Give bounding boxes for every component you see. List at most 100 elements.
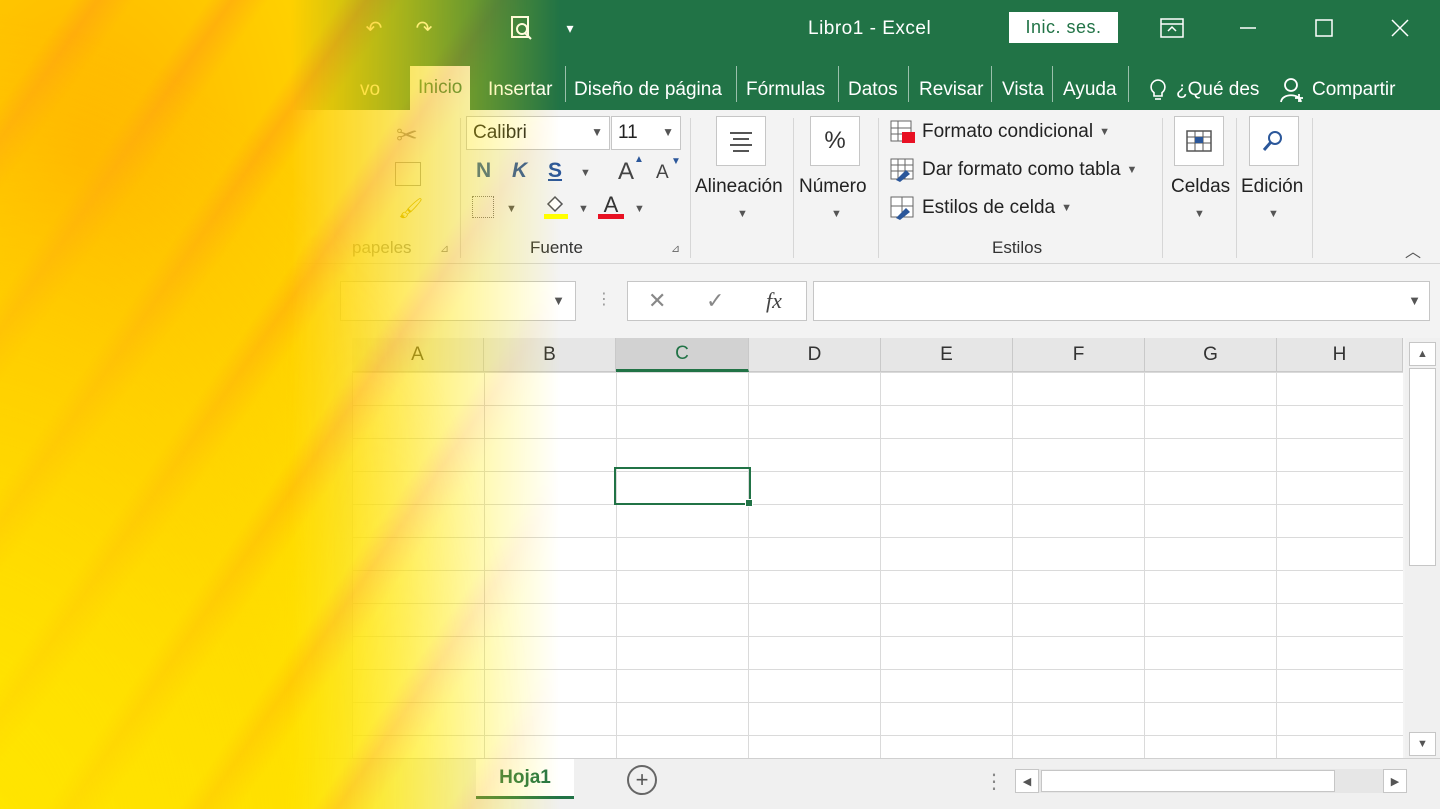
alignment-icon[interactable] <box>716 116 766 166</box>
sheet-tab-hoja1[interactable]: Hoja1 <box>476 759 574 799</box>
tab-formulas[interactable]: Fórmulas <box>738 70 833 110</box>
tab-inicio[interactable]: Inicio <box>410 66 471 110</box>
shrink-font-button[interactable]: A <box>656 162 669 184</box>
enter-icon[interactable]: ✓ <box>706 288 724 314</box>
font-launcher-icon[interactable]: ⊿ <box>671 242 680 255</box>
column-header-h[interactable]: H <box>1277 338 1403 372</box>
column-header-d[interactable]: D <box>749 338 881 372</box>
window-title: Libro1 - Excel <box>808 18 932 39</box>
cells-label[interactable]: Celdas <box>1171 176 1230 198</box>
active-cell[interactable] <box>614 467 751 505</box>
tab-diseno-de-pagina[interactable]: Diseño de página <box>566 70 730 110</box>
share-label: Compartir <box>1312 79 1396 100</box>
add-sheet-icon[interactable]: + <box>627 765 657 795</box>
group-separator <box>793 118 794 258</box>
format-as-table-button[interactable]: Dar formato como tabla ▼ <box>890 158 1137 182</box>
copy-icon[interactable] <box>395 162 421 186</box>
title-bar: ↶ ↷ ▾ Libro1 - Excel Inic. ses. <box>0 0 1440 58</box>
group-separator <box>878 118 879 258</box>
underline-dropdown-icon[interactable]: ▼ <box>580 167 591 179</box>
print-preview-icon[interactable] <box>508 14 536 42</box>
group-separator <box>1312 118 1313 258</box>
cut-icon[interactable]: ✂ <box>396 120 418 151</box>
undo-icon[interactable]: ↶ <box>360 14 388 42</box>
tab-archivo[interactable]: vo <box>352 70 388 110</box>
maximize-icon[interactable] <box>1304 10 1344 46</box>
grow-font-button[interactable]: A <box>618 158 634 186</box>
redo-icon[interactable]: ↷ <box>410 14 438 42</box>
vertical-scrollbar[interactable]: ▲ ▼ <box>1405 338 1440 758</box>
scroll-down-icon[interactable]: ▼ <box>1409 732 1436 756</box>
quick-access-toolbar: ↶ ↷ ▾ <box>360 14 574 42</box>
scroll-up-icon[interactable]: ▲ <box>1409 342 1436 366</box>
number-label[interactable]: Número <box>799 176 867 198</box>
column-header-f[interactable]: F <box>1013 338 1145 372</box>
fill-color-icon[interactable] <box>543 192 569 220</box>
conditional-format-button[interactable]: Formato condicional ▼ <box>890 120 1110 144</box>
tab-ayuda[interactable]: Ayuda <box>1055 70 1125 110</box>
cell-grid[interactable] <box>352 372 1403 758</box>
format-as-table-label: Dar formato como tabla <box>922 159 1121 180</box>
bold-button[interactable]: N <box>476 159 491 183</box>
expand-formula-bar-icon[interactable]: ▼ <box>1408 293 1421 308</box>
column-header-a[interactable]: A <box>352 338 484 372</box>
customize-qat-icon[interactable]: ▾ <box>556 14 584 42</box>
format-painter-icon[interactable]: 🖌 <box>398 196 423 221</box>
horizontal-scroll-thumb[interactable] <box>1041 770 1335 792</box>
column-header-e[interactable]: E <box>881 338 1013 372</box>
clipboard-launcher-icon[interactable]: ⊿ <box>440 242 449 255</box>
chevron-down-icon: ▼ <box>552 293 565 308</box>
column-header-c[interactable]: C <box>616 338 749 372</box>
editing-dropdown-icon[interactable]: ▼ <box>1268 208 1279 220</box>
cell-styles-button[interactable]: Estilos de celda ▼ <box>890 196 1072 220</box>
fill-color-dropdown-icon[interactable]: ▼ <box>578 203 589 215</box>
cells-dropdown-icon[interactable]: ▼ <box>1194 208 1205 220</box>
chevron-down-icon: ▼ <box>1126 164 1138 176</box>
formula-input[interactable]: ▼ <box>813 281 1430 321</box>
number-format-icon[interactable]: % <box>810 116 860 166</box>
collapse-ribbon-icon[interactable]: ︿ <box>1405 238 1421 262</box>
font-group-label: Fuente <box>530 238 583 257</box>
font-color-button[interactable]: A <box>598 192 624 220</box>
cell-styles-label: Estilos de celda <box>922 197 1056 218</box>
column-header-g[interactable]: G <box>1145 338 1277 372</box>
borders-dropdown-icon[interactable]: ▼ <box>506 203 517 215</box>
tab-datos[interactable]: Datos <box>840 70 906 110</box>
minimize-icon[interactable] <box>1228 10 1268 46</box>
arrow-up-icon: ▲ <box>634 154 644 165</box>
italic-button[interactable]: K <box>512 159 527 183</box>
vertical-scroll-thumb[interactable] <box>1409 368 1436 566</box>
font-name-combo[interactable]: Calibri ▼ <box>466 116 610 150</box>
fill-handle[interactable] <box>745 499 753 507</box>
sign-in-button[interactable]: Inic. ses. <box>1009 12 1118 43</box>
tab-vista[interactable]: Vista <box>994 70 1052 110</box>
tab-revisar[interactable]: Revisar <box>911 70 991 110</box>
group-separator <box>1162 118 1163 258</box>
font-size-combo[interactable]: 11 ▼ <box>611 116 681 150</box>
ribbon-display-options-icon[interactable] <box>1152 10 1192 46</box>
close-icon[interactable] <box>1380 10 1420 46</box>
scroll-left-icon[interactable]: ◀ <box>1015 769 1039 793</box>
tell-me-search[interactable]: ¿Qué des <box>1140 70 1267 110</box>
editing-icon[interactable] <box>1249 116 1299 166</box>
scroll-right-icon[interactable]: ▶ <box>1383 769 1407 793</box>
formula-buttons: ✕ ✓ fx <box>627 281 807 321</box>
horizontal-scrollbar[interactable]: ◀ ▶ <box>1015 769 1407 793</box>
tab-insertar[interactable]: Insertar <box>480 70 560 110</box>
cells-icon[interactable] <box>1174 116 1224 166</box>
alignment-dropdown-icon[interactable]: ▼ <box>737 208 748 220</box>
editing-label[interactable]: Edición <box>1241 176 1303 198</box>
underline-button[interactable]: S <box>548 159 562 183</box>
number-dropdown-icon[interactable]: ▼ <box>831 208 842 220</box>
tab-split-grip-icon[interactable]: ⋮ <box>984 769 1004 794</box>
borders-icon[interactable] <box>472 196 494 218</box>
insert-function-icon[interactable]: fx <box>766 288 782 314</box>
share-button[interactable]: Compartir <box>1272 70 1403 110</box>
font-color-dropdown-icon[interactable]: ▼ <box>634 203 645 215</box>
column-header-b[interactable]: B <box>484 338 616 372</box>
alignment-label[interactable]: Alineación <box>695 176 783 198</box>
name-box[interactable]: ▼ <box>340 281 576 321</box>
chevron-down-icon: ▼ <box>1099 126 1110 138</box>
cancel-icon[interactable]: ✕ <box>648 288 666 314</box>
formula-bar-grip-icon[interactable]: ⋮ <box>596 289 612 309</box>
